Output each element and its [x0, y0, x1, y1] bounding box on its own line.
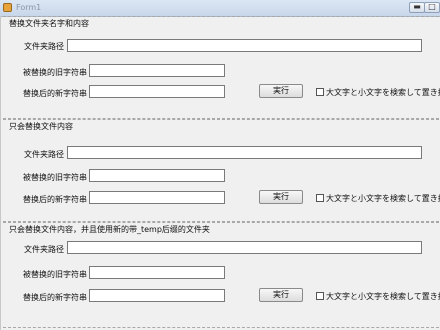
group-title: 替换文件夹名字和内容: [9, 19, 89, 28]
old-string-label: 被替换的旧字符串: [23, 173, 87, 182]
group-title: 只会替换文件内容，并且使用新的带_temp后缀的文件夹: [9, 225, 210, 234]
case-checkbox[interactable]: [316, 194, 324, 202]
new-string-input[interactable]: [89, 191, 225, 204]
group-replace-content-only: 只会替换文件内容 文件夹路径 被替换的旧字符串 替换后的新字符串 実行 大文字と…: [3, 119, 440, 222]
case-checkbox-label[interactable]: 大文字と小文字を検索して置き換え: [326, 193, 440, 204]
group-title: 只会替换文件内容: [9, 122, 73, 131]
case-checkbox-label[interactable]: 大文字と小文字を検索して置き換え: [326, 291, 440, 302]
folder-path-input[interactable]: [67, 146, 422, 159]
old-string-input[interactable]: [89, 266, 225, 279]
folder-path-label: 文件夹路径: [24, 42, 64, 51]
folder-path-label: 文件夹路径: [24, 150, 64, 159]
folder-path-label: 文件夹路径: [24, 245, 64, 254]
folder-path-input[interactable]: [67, 39, 422, 52]
new-string-label: 替换后的新字符串: [23, 293, 87, 302]
new-string-label: 替换后的新字符串: [23, 195, 87, 204]
maximize-button[interactable]: □: [424, 2, 440, 13]
new-string-input[interactable]: [89, 85, 225, 98]
minimize-button[interactable]: ▬: [409, 2, 425, 13]
window-title: Form1: [16, 3, 42, 12]
case-checkbox-label[interactable]: 大文字と小文字を検索して置き換え: [326, 87, 440, 98]
execute-button[interactable]: 実行: [259, 288, 303, 302]
case-checkbox[interactable]: [316, 292, 324, 300]
execute-button[interactable]: 実行: [259, 190, 303, 204]
old-string-label: 被替换的旧字符串: [23, 68, 87, 77]
old-string-input[interactable]: [89, 64, 225, 77]
minimize-icon: ▬: [413, 2, 421, 11]
folder-path-input[interactable]: [67, 241, 422, 254]
execute-button[interactable]: 実行: [259, 84, 303, 98]
group-replace-content-temp-folder: 只会替换文件内容，并且使用新的带_temp后缀的文件夹 文件夹路径 被替换的旧字…: [3, 222, 440, 328]
form-body: 替换文件夹名字和内容 文件夹路径 被替换的旧字符串 替换后的新字符串 実行 大文…: [0, 16, 440, 330]
old-string-label: 被替换的旧字符串: [23, 270, 87, 279]
app-icon: [3, 3, 12, 12]
new-string-label: 替换后的新字符串: [23, 89, 87, 98]
title-bar: Form1 ▬ □: [0, 0, 440, 17]
maximize-icon: □: [428, 2, 436, 11]
new-string-input[interactable]: [89, 289, 225, 302]
group-rename-folder-and-content: 替换文件夹名字和内容 文件夹路径 被替换的旧字符串 替换后的新字符串 実行 大文…: [3, 16, 440, 119]
case-checkbox[interactable]: [316, 88, 324, 96]
old-string-input[interactable]: [89, 169, 225, 182]
